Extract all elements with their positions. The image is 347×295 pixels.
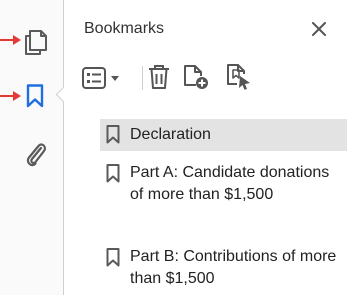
list-item[interactable]: Part B: Contributions of more than $1,50…	[100, 243, 347, 293]
bookmarks-panel: Bookmarks Declaration Part A: Candidate …	[64, 0, 347, 295]
bookmark-icon	[106, 125, 120, 144]
close-icon[interactable]	[312, 22, 326, 36]
bookmark-icon	[106, 164, 120, 183]
bookmark-icon[interactable]	[26, 84, 44, 108]
add-tagged-bookmark-icon[interactable]	[225, 62, 253, 90]
bookmark-icon	[106, 248, 120, 267]
panel-title: Bookmarks	[84, 20, 165, 37]
delete-icon[interactable]	[148, 64, 170, 90]
annotation-arrow-icon	[0, 35, 21, 45]
options-menu-icon[interactable]	[82, 66, 126, 90]
bookmark-label: Part A: Candidate donations of more than…	[130, 164, 330, 203]
bookmark-label: Part B: Contributions of more than $1,50…	[130, 248, 337, 287]
page-thumbnails-icon[interactable]	[24, 29, 48, 55]
list-item[interactable]: Part A: Candidate donations of more than…	[100, 160, 347, 230]
list-item[interactable]: Declaration	[100, 119, 347, 151]
new-bookmark-icon[interactable]	[183, 64, 209, 90]
annotation-arrow-icon	[0, 91, 21, 101]
toolbar-separator	[142, 66, 143, 90]
attachments-icon[interactable]	[24, 140, 48, 168]
bookmark-label: Declaration	[130, 126, 211, 143]
